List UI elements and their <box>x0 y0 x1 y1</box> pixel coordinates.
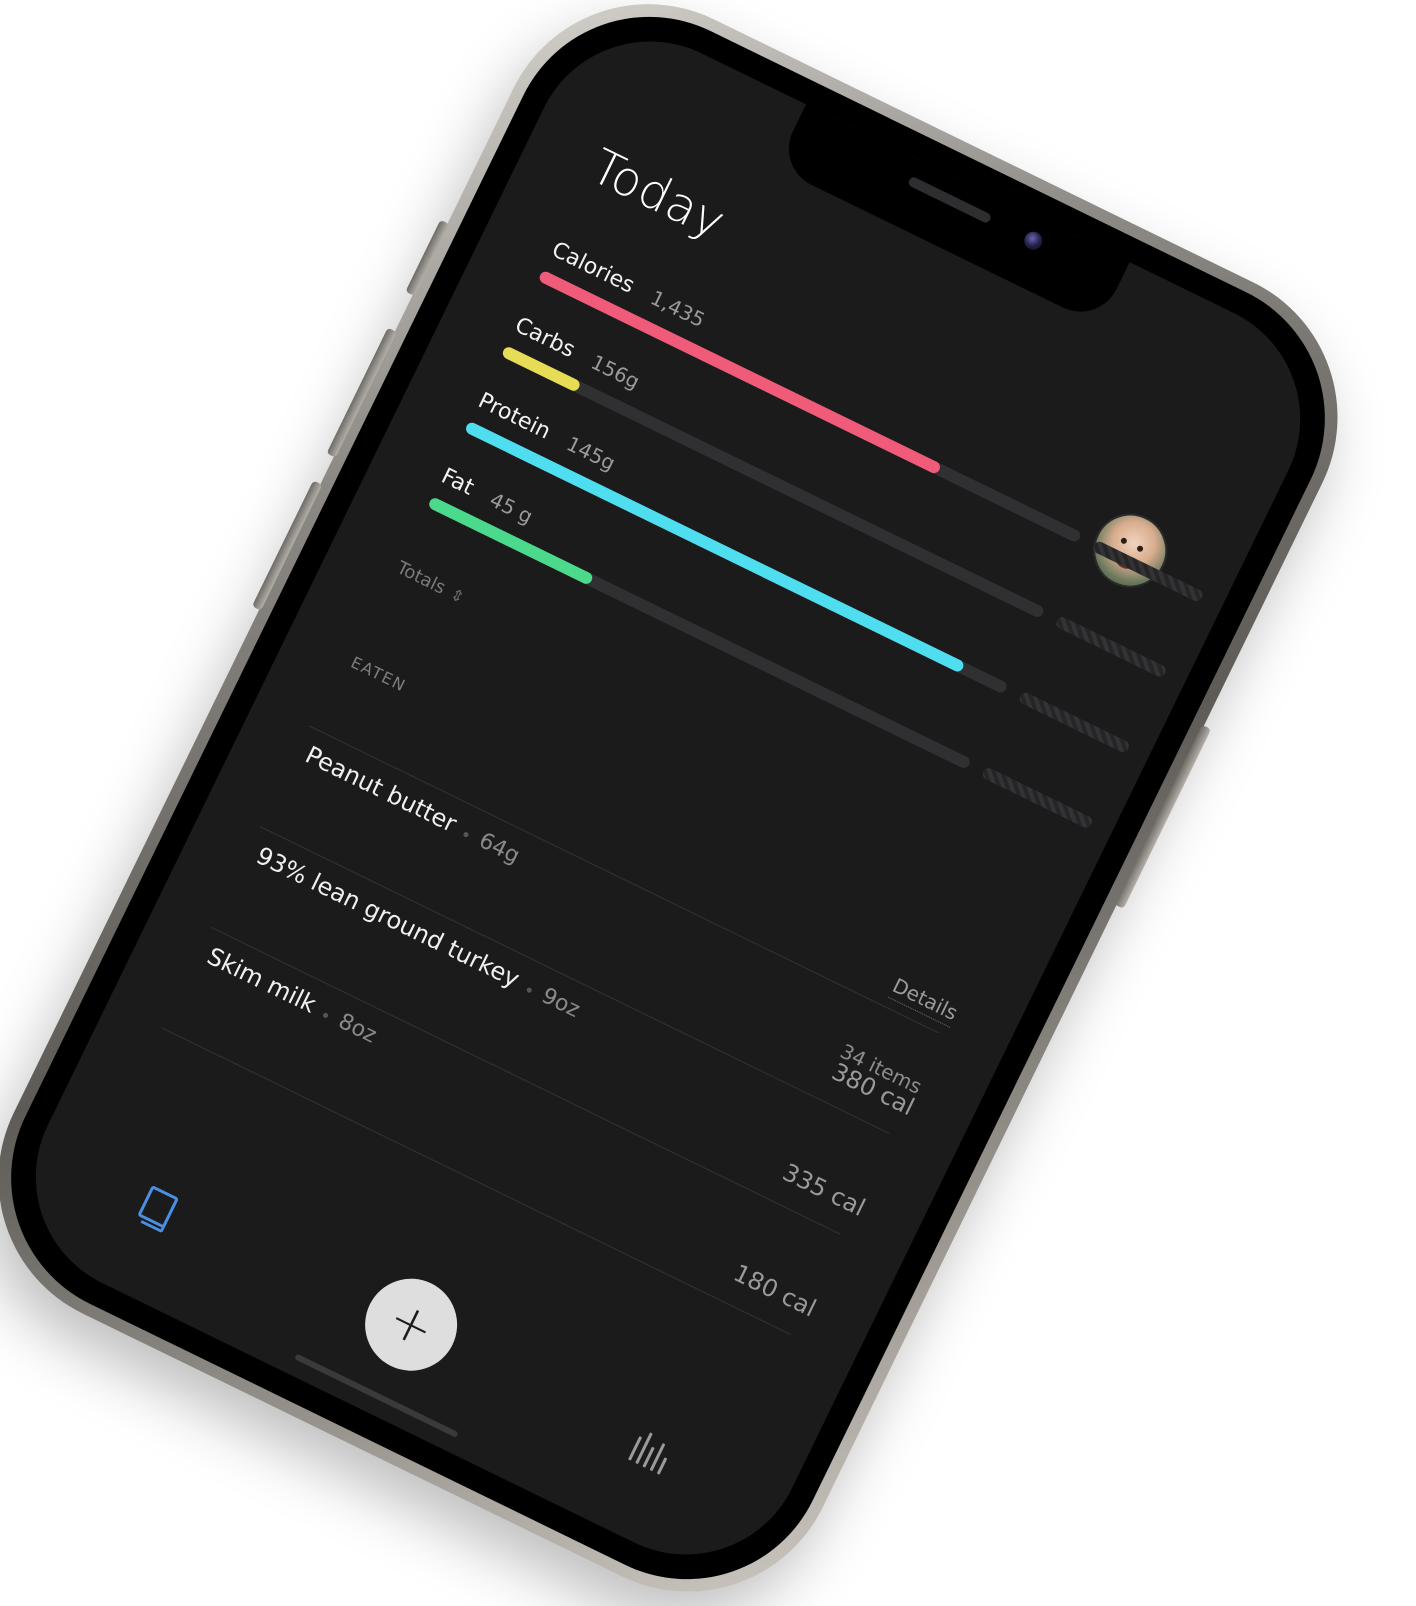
add-food-button[interactable]: + <box>349 1263 473 1387</box>
details-link[interactable]: Details <box>887 973 962 1028</box>
macro-overflow-track <box>1054 615 1168 679</box>
macro-overflow-track <box>1017 690 1131 755</box>
food-quantity: 8oz <box>334 1008 381 1049</box>
separator-dot <box>322 1012 330 1019</box>
book-icon[interactable] <box>137 1185 180 1229</box>
food-quantity: 64g <box>474 828 524 870</box>
stage: Today Calories 1,435 Carbs 156g Protein … <box>0 0 1416 1606</box>
macro-overflow-track <box>1091 539 1205 604</box>
totals-toggle[interactable]: Totals⇕ <box>393 557 468 608</box>
chevron-up-down-icon: ⇕ <box>447 584 468 608</box>
food-quantity: 9oz <box>537 983 584 1024</box>
separator-dot <box>463 831 470 839</box>
food-calories: 180 cal <box>729 1258 821 1323</box>
food-calories: 380 cal <box>827 1057 919 1122</box>
food-calories: 335 cal <box>778 1158 870 1222</box>
front-camera-icon <box>1021 228 1046 253</box>
bar-chart-icon[interactable] <box>628 1429 679 1477</box>
macro-overflow-track <box>980 766 1094 830</box>
totals-label: Totals <box>393 557 449 599</box>
separator-dot <box>525 986 533 994</box>
phone-device: Today Calories 1,435 Carbs 156g Protein … <box>0 0 1389 1606</box>
page-title: Today <box>582 138 734 251</box>
